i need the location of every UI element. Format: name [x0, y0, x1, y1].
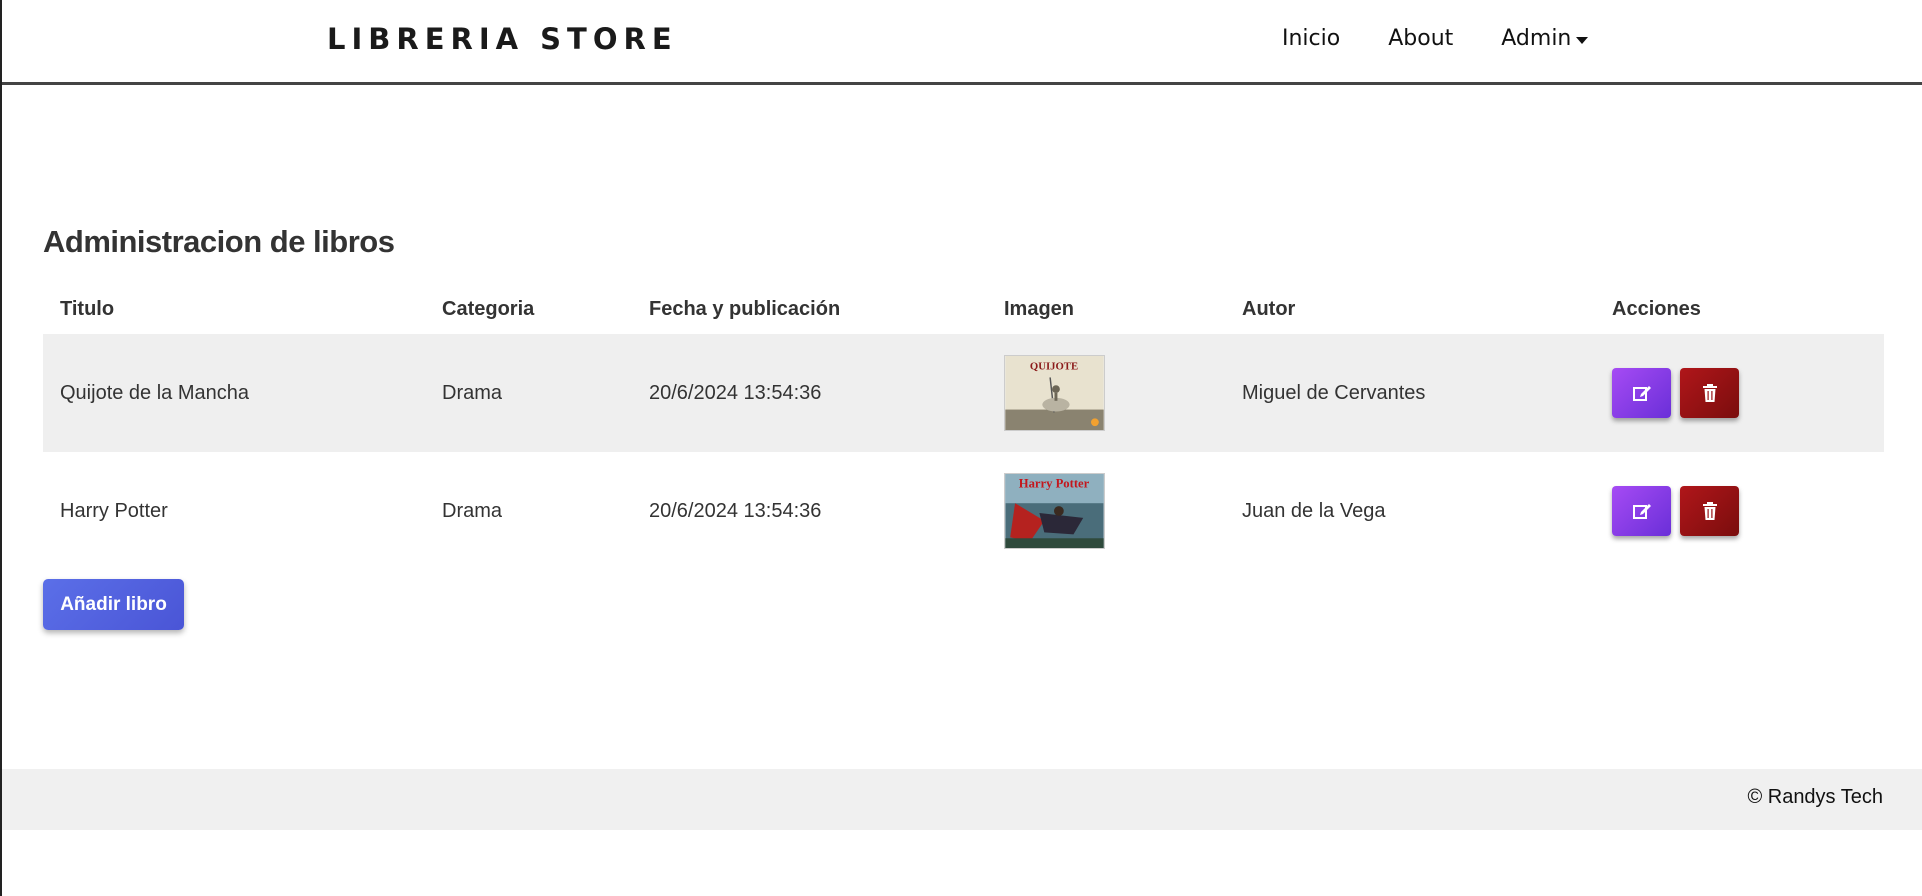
book-image-cell: QUIJOTE	[987, 355, 1225, 431]
trash-icon	[1702, 384, 1717, 402]
book-title: Harry Potter	[60, 499, 168, 522]
edit-button[interactable]	[1612, 368, 1671, 418]
caret-down-icon	[1576, 36, 1589, 44]
column-header-titulo: Titulo	[60, 297, 115, 320]
nav-dropdown-admin[interactable]: Admin	[1501, 26, 1589, 51]
nav-link-inicio[interactable]: Inicio	[1282, 26, 1340, 51]
nav-links: Inicio About Admin	[1282, 26, 1589, 51]
page-title: Administracion de libros	[43, 224, 395, 259]
book-category: Drama	[442, 381, 503, 404]
brand-logo[interactable]: LIBRERIA STORE	[327, 22, 678, 56]
book-cover-image: QUIJOTE	[1004, 355, 1105, 431]
book-date: 20/6/2024 13:54:36	[649, 381, 822, 404]
footer-copyright: © Randys Tech	[1747, 786, 1883, 808]
book-category: Drama	[442, 499, 503, 522]
table-row: Harry Potter Drama 20/6/2024 13:54:36 Ha…	[43, 452, 1884, 570]
book-title: Quijote de la Mancha	[60, 381, 250, 404]
cover-title-text: QUIJOTE	[1030, 361, 1078, 373]
delete-button[interactable]	[1680, 368, 1739, 418]
cover-title-text: Harry Potter	[1019, 477, 1090, 491]
column-header-acciones: Acciones	[1612, 297, 1701, 320]
column-header-autor: Autor	[1242, 297, 1296, 320]
actions-cell	[1595, 486, 1884, 536]
trash-icon	[1702, 502, 1717, 520]
book-image-cell: Harry Potter	[987, 473, 1225, 549]
book-author: Juan de la Vega	[1242, 499, 1386, 522]
column-header-categoria: Categoria	[442, 297, 535, 320]
nav-link-about[interactable]: About	[1388, 26, 1453, 51]
book-cover-image: Harry Potter	[1004, 473, 1105, 549]
table-row: Quijote de la Mancha Drama 20/6/2024 13:…	[43, 334, 1884, 452]
book-author: Miguel de Cervantes	[1242, 381, 1426, 404]
table-header: Titulo Categoria Fecha y publicación Ima…	[43, 284, 1884, 334]
edit-icon	[1632, 386, 1651, 401]
delete-button[interactable]	[1680, 486, 1739, 536]
add-book-button[interactable]: Añadir libro	[43, 579, 184, 630]
books-table: Titulo Categoria Fecha y publicación Ima…	[43, 284, 1884, 570]
column-header-imagen: Imagen	[1004, 297, 1075, 320]
edit-button[interactable]	[1612, 486, 1671, 536]
edit-icon	[1632, 504, 1651, 519]
navbar: LIBRERIA STORE Inicio About Admin	[2, 0, 1922, 85]
column-header-fecha: Fecha y publicación	[649, 297, 841, 320]
actions-cell	[1595, 368, 1884, 418]
nav-dropdown-label: Admin	[1501, 26, 1572, 51]
book-date: 20/6/2024 13:54:36	[649, 499, 822, 522]
footer: © Randys Tech	[2, 769, 1922, 830]
